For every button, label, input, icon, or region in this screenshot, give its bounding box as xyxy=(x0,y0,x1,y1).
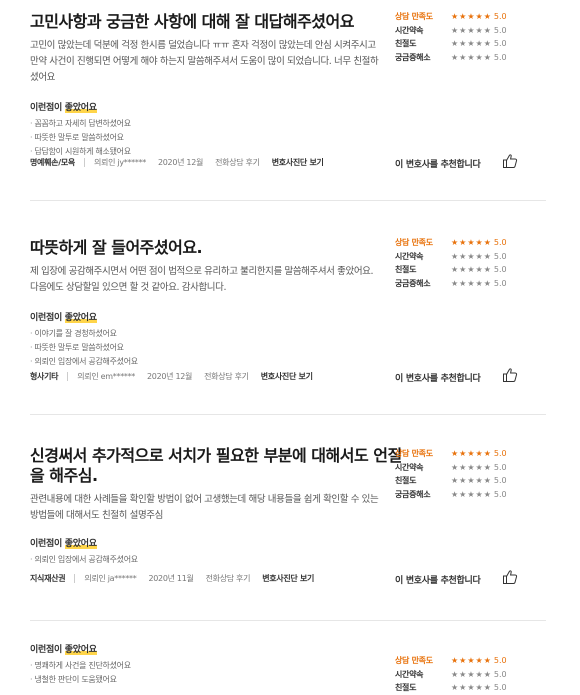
category-link[interactable]: 명예훼손/모욕 xyxy=(30,158,75,167)
rating-row-satisfaction: 상담 만족도 ★★★★★ 5.0 xyxy=(395,238,507,248)
recommend-text: 이 변호사를 추천합니다 xyxy=(395,576,481,586)
rating-panel: 상담 만족도 ★★★★★ 5.0 시간약속 ★★★★★ 5.0 친절도 ★★★★★ 5.0 … xyxy=(395,236,555,290)
rating-panel: 상담 만족도 ★★★★★ 5.0 시간약속 ★★★★★ 5.0 친절도 ★★★★★ 5.0 … xyxy=(395,447,555,501)
review-body: 제 입장에 공감해주시면서 어떤 점이 법적으로 유리하고 불리한지를 말씀해주… xyxy=(30,266,374,293)
rating-row-punctuality: 시간약속 ★★★★★ 5.0 xyxy=(395,462,507,472)
rating-panel: 상담 만족도 ★★★★★ 5.0 시간약속 ★★★★★ 5.0 친절도 ★★★★★ 5.0 … xyxy=(395,10,555,64)
review-type: 전화상담 후기 xyxy=(205,574,251,583)
rating-panel: 상담 만족도 ★★★★★ 5.0 시간약속 ★★★★★ 5.0 친절도 ★★★★★ 5.0 xyxy=(395,654,555,695)
rating-row-satisfaction: 상담 만족도 ★★★★★ 5.0 xyxy=(395,449,507,459)
rating-row-kindness: 친절도 ★★★★★ 5.0 xyxy=(395,39,507,49)
reviews-list: 고민사항과 궁금한 사항에 대해 잘 대답해주셨어요 고민이 많았는데 덕분에 … xyxy=(0,0,580,693)
thumbs-up-icon[interactable] xyxy=(502,367,518,383)
reviewer-id: 의뢰인 jy****** xyxy=(93,158,146,167)
likes-list: 이야기를 잘 경청하셨어요 따뜻한 말투로 말씀하셨어요 의뢰인 입장에서 공감… xyxy=(30,327,550,369)
like-item: 꼼꼼하고 자세히 답변하셨어요 xyxy=(30,117,550,131)
star-rating: ★★★★★ xyxy=(451,251,492,261)
like-item: 따뜻한 말투로 말씀하셨어요 xyxy=(30,131,550,145)
star-rating: ★★★★★ xyxy=(451,52,492,62)
divider xyxy=(30,620,546,621)
rating-row-kindness: 친절도 ★★★★★ 5.0 xyxy=(395,265,507,275)
divider xyxy=(30,414,546,415)
recommend-text: 이 변호사를 추천합니다 xyxy=(395,160,481,170)
star-rating: ★★★★★ xyxy=(451,462,492,472)
review-title: 신경써서 추가적으로 서치가 필요한 부분에 대해서도 언질을 해주심. xyxy=(30,446,402,485)
review-meta: 지식재산권 의뢰인 ja****** 2020년 11월 전화상담 후기 변호사진단 보… xyxy=(30,573,314,584)
likes-heading: 이런점이 좋았어요 xyxy=(30,539,97,549)
star-rating: ★★★★★ xyxy=(451,25,492,35)
review-body: 고민이 많았는데 덕분에 걱정 한시름 덜었습니다 ㅠㅠ 혼자 걱정이 많았는데… xyxy=(30,40,379,83)
review-body: 관련내용에 대한 사례들을 확인할 방법이 없어 고생했는데 해당 내용들을 쉽… xyxy=(30,494,379,521)
reviewer-id: 의뢰인 em****** xyxy=(77,372,135,381)
like-item: 이야기를 잘 경청하셨어요 xyxy=(30,327,550,341)
star-rating: ★★★★★ xyxy=(451,683,492,693)
diagnosis-link[interactable]: 변호사진단 보기 xyxy=(261,372,313,381)
likes-heading: 이런점이 좋았어요 xyxy=(30,313,97,323)
review-meta: 명예훼손/모욕 의뢰인 jy****** 2020년 12월 전화상담 후기 변호사진단… xyxy=(30,157,324,168)
star-rating: ★★★★★ xyxy=(451,265,492,275)
rating-row-punctuality: 시간약속 ★★★★★ 5.0 xyxy=(395,25,507,35)
rating-row-resolution: 궁금증해소 ★★★★★ 5.0 xyxy=(395,278,507,288)
review-title: 고민사항과 궁금한 사항에 대해 잘 대답해주셨어요 xyxy=(30,12,354,31)
category-link[interactable]: 지식재산권 xyxy=(30,574,66,583)
star-rating: ★★★★★ xyxy=(451,476,492,486)
star-rating: ★★★★★ xyxy=(451,278,492,288)
thumbs-up-icon[interactable] xyxy=(502,153,518,169)
diagnosis-link[interactable]: 변호사진단 보기 xyxy=(262,574,314,583)
likes-list: 꼼꼼하고 자세히 답변하셨어요 따뜻한 말투로 말씀하셨어요 답답함이 시원하게… xyxy=(30,117,550,159)
reviewer-id: 의뢰인 ja****** xyxy=(84,574,137,583)
like-item: 의뢰인 입장에서 공감해주셨어요 xyxy=(30,553,550,567)
like-item: 의뢰인 입장에서 공감해주셨어요 xyxy=(30,355,550,369)
review-date: 2020년 12월 xyxy=(157,158,204,167)
star-rating: ★★★★★ xyxy=(451,12,492,22)
review-type: 전화상담 후기 xyxy=(204,372,249,381)
review-meta: 형사기타 의뢰인 em****** 2020년 12월 전화상담 후기 변호사진단 보기 xyxy=(30,371,313,382)
rating-row-satisfaction: 상담 만족도 ★★★★★ 5.0 xyxy=(395,656,507,666)
review-date: 2020년 11월 xyxy=(148,574,194,583)
rating-row-resolution: 궁금증해소 ★★★★★ 5.0 xyxy=(395,489,507,499)
category-link[interactable]: 형사기타 xyxy=(30,372,59,381)
thumbs-up-icon[interactable] xyxy=(502,569,518,585)
diagnosis-link[interactable]: 변호사진단 보기 xyxy=(272,158,324,167)
star-rating: ★★★★★ xyxy=(451,489,492,499)
review-title: 따뜻하게 잘 들어주셨어요. xyxy=(30,238,203,257)
likes-list: 의뢰인 입장에서 공감해주셨어요 xyxy=(30,553,550,567)
star-rating: ★★★★★ xyxy=(451,449,492,459)
rating-row-kindness: 친절도 ★★★★★ 5.0 xyxy=(395,476,507,486)
review-type: 전화상담 후기 xyxy=(215,158,260,167)
star-rating: ★★★★★ xyxy=(451,238,492,248)
review-date: 2020년 12월 xyxy=(147,372,193,381)
rating-row-satisfaction: 상담 만족도 ★★★★★ 5.0 xyxy=(395,12,507,22)
rating-row-punctuality: 시간약속 ★★★★★ 5.0 xyxy=(395,251,507,261)
star-rating: ★★★★★ xyxy=(451,656,492,666)
star-rating: ★★★★★ xyxy=(451,39,492,49)
rating-row-punctuality: 시간약속 ★★★★★ 5.0 xyxy=(395,669,507,679)
recommend-text: 이 변호사를 추천합니다 xyxy=(395,374,481,384)
rating-row-kindness: 친절도 ★★★★★ 5.0 xyxy=(395,683,507,693)
likes-heading: 이런점이 좋았어요 xyxy=(30,103,97,113)
star-rating: ★★★★★ xyxy=(451,669,492,679)
like-item: 따뜻한 말투로 말씀하셨어요 xyxy=(30,341,550,355)
rating-row-resolution: 궁금증해소 ★★★★★ 5.0 xyxy=(395,52,507,62)
divider xyxy=(30,200,546,201)
